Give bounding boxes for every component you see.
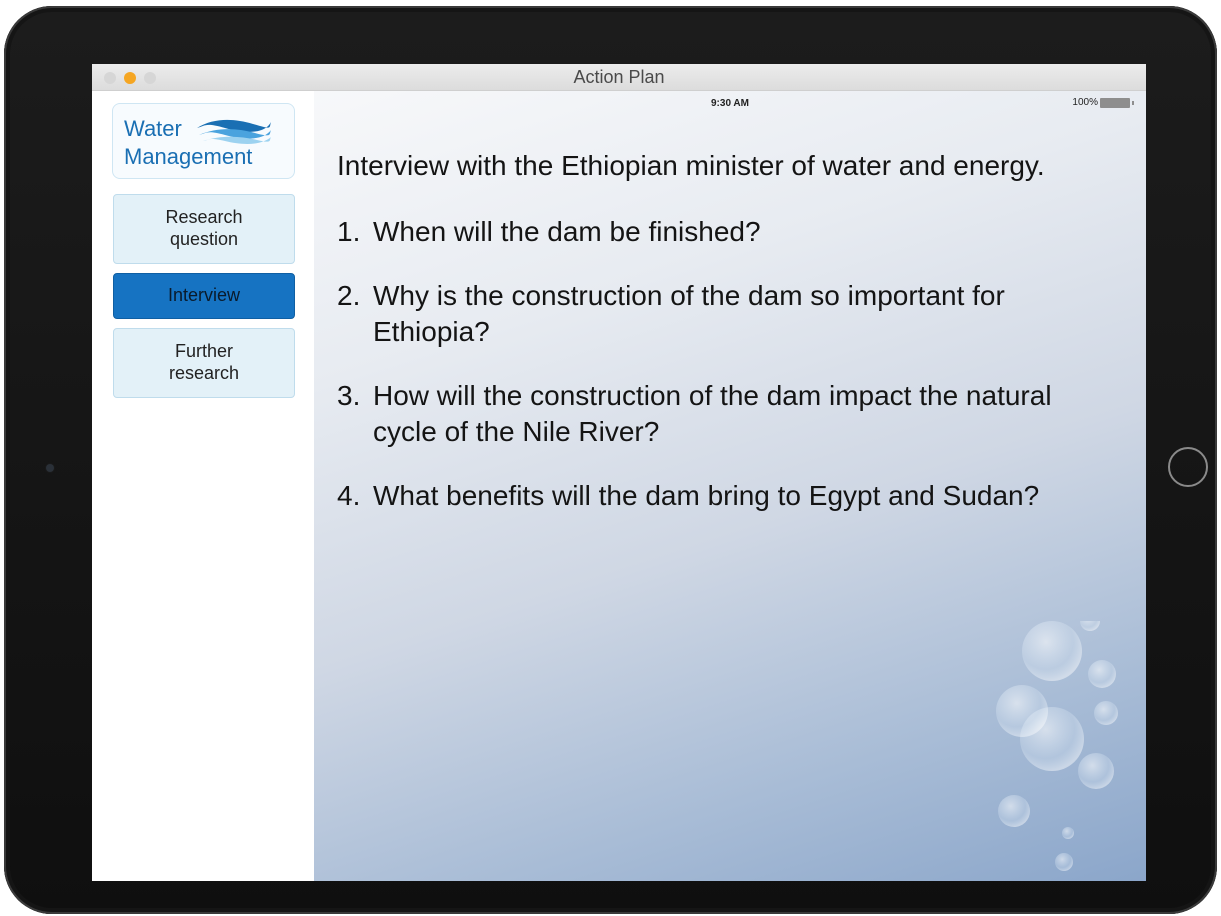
question-text: Why is the construction of the dam so im…	[373, 280, 1005, 347]
interview-content: Interview with the Ethiopian minister of…	[337, 148, 1117, 542]
sidebar-item-further-research[interactable]: Further research	[113, 328, 295, 398]
battery-tip-icon	[1132, 100, 1134, 105]
main-content-panel: 9:30 AM 100% Interview with the Ethiopia…	[314, 91, 1146, 881]
front-camera-icon	[46, 464, 54, 472]
question-number: 4.	[337, 480, 361, 511]
status-bar-battery: 100%	[1072, 97, 1134, 108]
sidebar-item-label: Research	[165, 207, 243, 228]
question-item: 3. How will the construction of the dam i…	[337, 378, 1117, 450]
app-logo: Water Management	[112, 103, 295, 179]
sidebar-item-label: Interview	[167, 285, 241, 306]
question-number: 3.	[337, 380, 361, 411]
question-item: 2. Why is the construction of the dam so …	[337, 278, 1117, 350]
question-text: What benefits will the dam bring to Egyp…	[373, 480, 1040, 511]
logo-text-water: Water	[124, 116, 182, 141]
sidebar-item-label: research	[168, 363, 240, 383]
sidebar-item-label: question	[169, 229, 239, 249]
home-button[interactable]	[1168, 447, 1208, 487]
window-titlebar: Action Plan	[92, 64, 1146, 91]
question-number: 1.	[337, 216, 361, 247]
battery-percentage: 100%	[1072, 97, 1098, 108]
sidebar-item-interview[interactable]: Interview	[113, 273, 295, 319]
decorative-bubbles-icon	[996, 621, 1118, 871]
sidebar: Water Management Research question Inter…	[92, 91, 314, 881]
tablet-device-frame: Action Plan Water Management Research qu…	[4, 6, 1217, 914]
question-text: When will the dam be finished?	[373, 216, 761, 247]
question-item: 1. When will the dam be finished?	[337, 214, 1117, 250]
sidebar-item-label: Further	[174, 341, 234, 362]
app-window: Action Plan Water Management Research qu…	[92, 64, 1146, 881]
interview-intro: Interview with the Ethiopian minister of…	[337, 150, 1045, 181]
question-item: 4. What benefits will the dam bring to Eg…	[337, 478, 1117, 514]
logo-text-management: Management	[124, 144, 253, 169]
sidebar-item-research-question[interactable]: Research question	[113, 194, 295, 264]
window-title: Action Plan	[573, 67, 665, 87]
battery-icon	[1100, 97, 1130, 108]
question-text: How will the construction of the dam imp…	[373, 380, 1052, 447]
question-number: 2.	[337, 280, 361, 311]
status-bar-time: 9:30 AM	[711, 98, 749, 109]
